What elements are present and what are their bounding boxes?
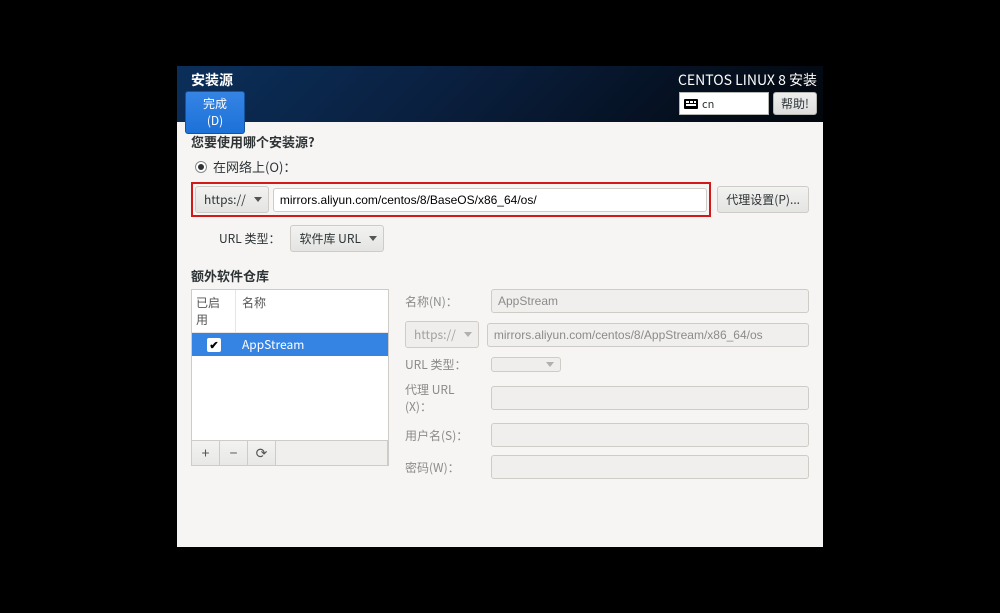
repo-name-input xyxy=(491,289,809,313)
repo-detail-column: 名称(N)： https:// URL 类型： xyxy=(405,289,809,479)
keyboard-indicator-label: cn xyxy=(702,96,714,112)
url-type-selected: 软件库 URL xyxy=(299,230,360,247)
repo-url-type-dropdown xyxy=(491,357,561,372)
checkbox-checked-icon: ✔ xyxy=(207,338,221,352)
url-type-dropdown[interactable]: 软件库 URL xyxy=(290,225,383,252)
keyboard-icon xyxy=(684,99,698,109)
repo-url-input xyxy=(487,323,809,347)
repo-url-type-label: URL 类型： xyxy=(405,356,483,373)
content-area: 您要使用哪个安装源? 在网络上(O)： https:// 代理设置(P)... … xyxy=(177,122,823,547)
proxy-settings-button[interactable]: 代理设置(P)... xyxy=(717,186,809,213)
url-row: https:// 代理设置(P)... xyxy=(191,182,809,217)
repo-row-enabled[interactable]: ✔ xyxy=(192,334,236,356)
radio-icon xyxy=(195,161,207,173)
source-url-input[interactable] xyxy=(273,188,707,212)
url-type-row: URL 类型： 软件库 URL xyxy=(219,225,809,252)
proxy-url-input xyxy=(491,386,809,410)
password-input xyxy=(491,455,809,479)
refresh-icon: ⟳ xyxy=(256,446,268,460)
highlighted-url-group: https:// xyxy=(191,182,711,217)
chevron-down-icon xyxy=(546,362,554,367)
password-label: 密码(W)： xyxy=(405,459,483,476)
field-username: 用户名(S)： xyxy=(405,423,809,447)
repo-list-column: 已启用 名称 ✔ AppStream + − ⟳ xyxy=(191,289,389,479)
repo-protocol-dropdown: https:// xyxy=(405,321,479,348)
installer-source-window: 安装源 完成(D) CENTOS LINUX 8 安装 cn 帮助! 您要使用哪… xyxy=(177,66,823,547)
keyboard-indicator[interactable]: cn xyxy=(679,92,769,115)
repo-list-header: 已启用 名称 xyxy=(192,290,388,333)
chevron-down-icon xyxy=(369,236,377,241)
proxy-url-label: 代理 URL (X)： xyxy=(405,381,483,415)
header-left: 安装源 完成(D) xyxy=(185,70,245,134)
done-button[interactable]: 完成(D) xyxy=(185,91,245,134)
field-proxy-url: 代理 URL (X)： xyxy=(405,381,809,415)
refresh-repo-button[interactable]: ⟳ xyxy=(248,441,276,465)
field-name: 名称(N)： xyxy=(405,289,809,313)
chevron-down-icon xyxy=(254,197,262,202)
protocol-selected: https:// xyxy=(204,191,246,208)
username-label: 用户名(S)： xyxy=(405,427,483,444)
field-repo-url: https:// xyxy=(405,321,809,348)
radio-on-network[interactable]: 在网络上(O)： xyxy=(191,157,809,176)
protocol-dropdown[interactable]: https:// xyxy=(195,186,269,213)
repos-layout: 已启用 名称 ✔ AppStream + − ⟳ xyxy=(191,289,809,479)
source-question: 您要使用哪个安装源? xyxy=(191,132,809,151)
repo-row[interactable]: ✔ AppStream xyxy=(192,333,388,356)
header-right-row: cn 帮助! xyxy=(679,92,817,115)
repo-protocol-selected: https:// xyxy=(414,326,456,343)
toolbar-spacer xyxy=(276,441,388,465)
radio-on-network-label: 在网络上(O)： xyxy=(213,157,296,176)
repo-toolbar: + − ⟳ xyxy=(191,441,389,466)
field-url-type: URL 类型： xyxy=(405,356,809,373)
field-password: 密码(W)： xyxy=(405,455,809,479)
help-button[interactable]: 帮助! xyxy=(773,92,817,115)
chevron-down-icon xyxy=(464,332,472,337)
username-input xyxy=(491,423,809,447)
repo-list[interactable]: 已启用 名称 ✔ AppStream xyxy=(191,289,389,441)
page-title: 安装源 xyxy=(185,70,245,90)
col-enabled-header[interactable]: 已启用 xyxy=(192,290,236,332)
remove-repo-button[interactable]: − xyxy=(220,441,248,465)
add-repo-button[interactable]: + xyxy=(192,441,220,465)
repo-row-name: AppStream xyxy=(236,333,388,356)
url-type-label: URL 类型： xyxy=(219,230,280,247)
additional-repos-title: 额外软件仓库 xyxy=(191,266,809,285)
col-name-header[interactable]: 名称 xyxy=(236,290,388,332)
header-bar: 安装源 完成(D) CENTOS LINUX 8 安装 cn 帮助! xyxy=(177,66,823,122)
header-right: CENTOS LINUX 8 安装 cn 帮助! xyxy=(678,70,817,115)
product-title: CENTOS LINUX 8 安装 xyxy=(678,70,817,90)
name-label: 名称(N)： xyxy=(405,293,483,310)
